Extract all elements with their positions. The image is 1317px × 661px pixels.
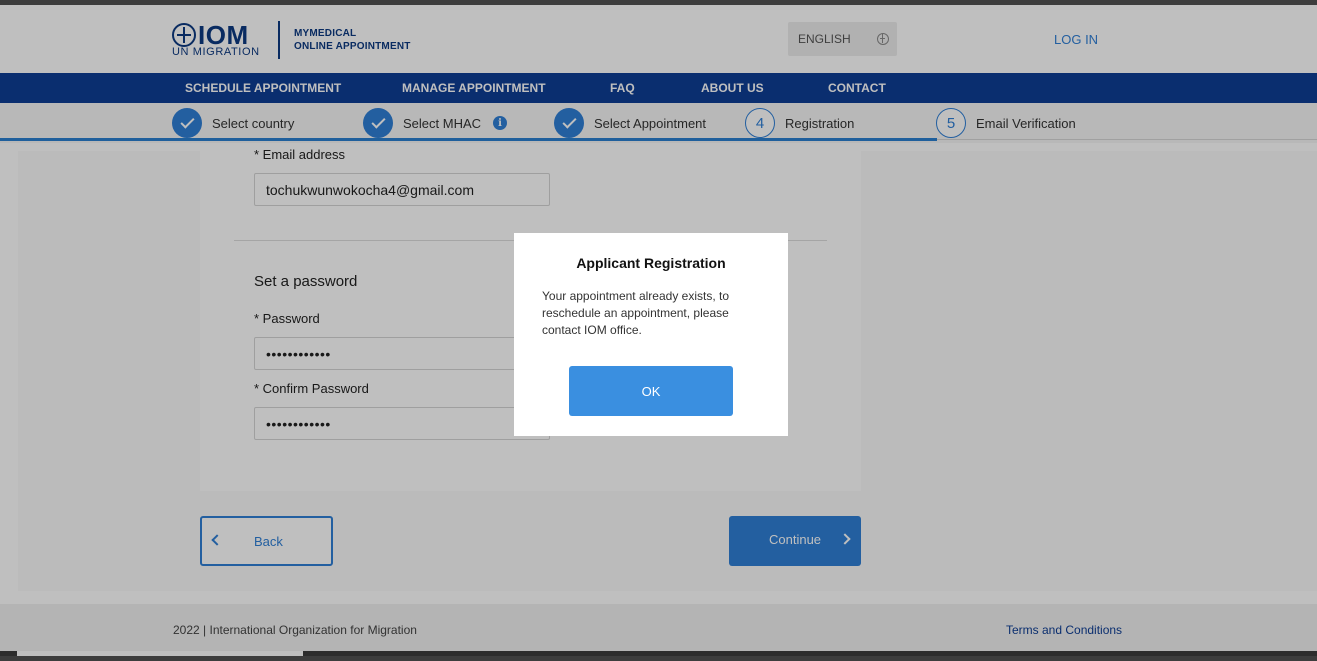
dialog-title: Applicant Registration <box>576 255 726 271</box>
ok-button[interactable]: OK <box>569 366 733 416</box>
dialog-message: Your appointment already exists, to resc… <box>542 289 730 337</box>
applicant-registration-dialog: Applicant Registration Your appointment … <box>514 233 788 436</box>
